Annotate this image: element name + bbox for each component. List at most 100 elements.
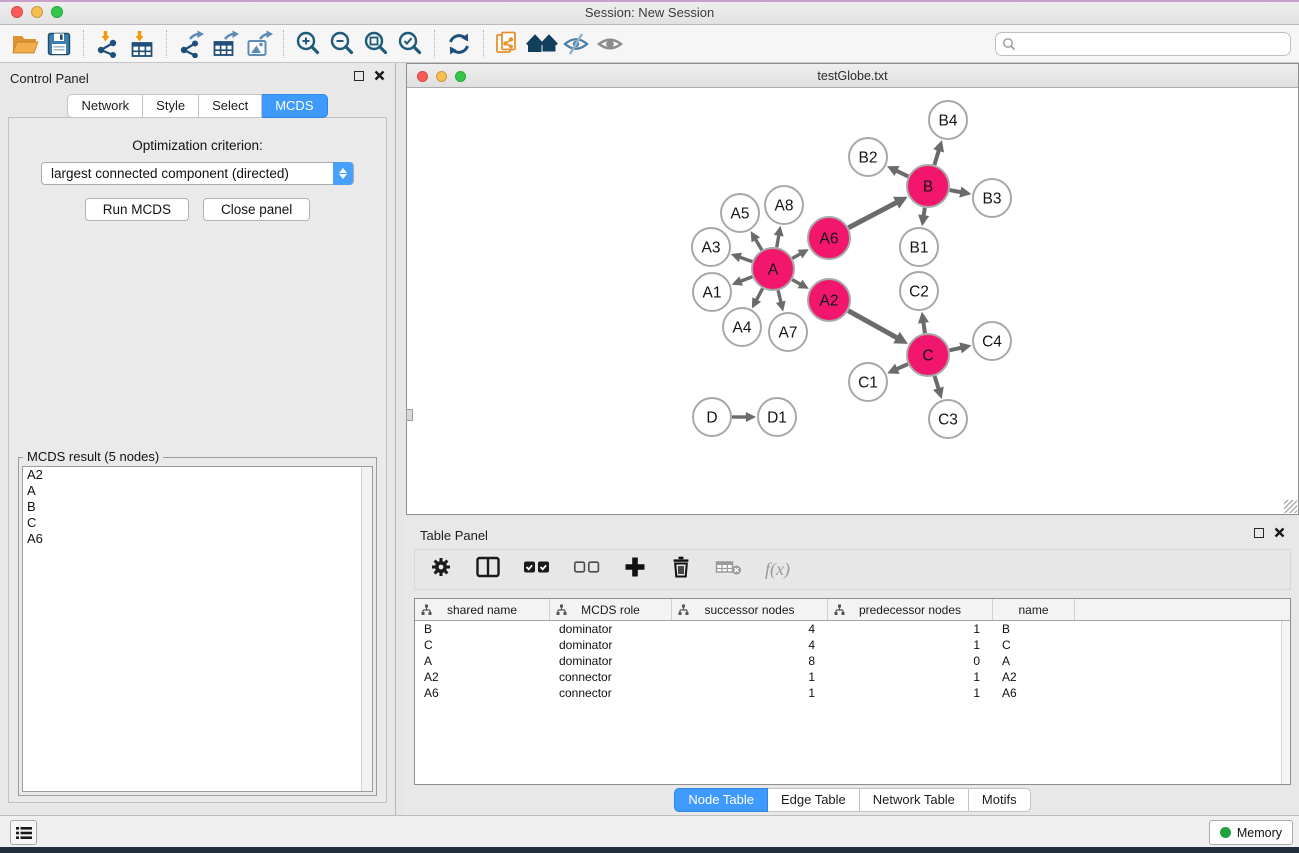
- graph-edge-A2-C[interactable]: [848, 311, 897, 338]
- result-list-item[interactable]: A2: [23, 467, 372, 483]
- home-networks-icon[interactable]: [525, 28, 559, 60]
- graph-node-A[interactable]: A: [752, 248, 794, 290]
- graph-edge-B-B1[interactable]: [924, 208, 925, 216]
- close-panel-icon[interactable]: [374, 70, 385, 81]
- network-window-titlebar[interactable]: testGlobe.txt: [407, 64, 1298, 88]
- graph-edge-A6-B[interactable]: [848, 202, 897, 227]
- graph-node-A7[interactable]: A7: [769, 313, 807, 351]
- column-header-shared-name[interactable]: shared name: [415, 599, 550, 620]
- zoom-selected-icon[interactable]: [393, 28, 427, 60]
- refresh-icon[interactable]: [442, 28, 476, 60]
- graph-edge-B-B3[interactable]: [950, 190, 962, 192]
- result-list-scrollbar[interactable]: [361, 467, 372, 791]
- column-header-name[interactable]: name: [993, 599, 1075, 620]
- column-header-MCDS-role[interactable]: MCDS role: [550, 599, 672, 620]
- graph-node-C3[interactable]: C3: [929, 400, 967, 438]
- network-canvas[interactable]: B4 B2 B B3 A5A8A6 B1 A3 A C2 A1 A2 A4A7 C4 C C1 D D1 C3: [407, 88, 1298, 514]
- graph-node-A6[interactable]: A6: [808, 217, 850, 259]
- gear-icon[interactable]: [429, 555, 453, 584]
- graph-node-A1[interactable]: A1: [693, 273, 731, 311]
- graph-node-D[interactable]: D: [693, 398, 731, 436]
- split-panel-icon[interactable]: [475, 555, 501, 584]
- graph-node-B3[interactable]: B3: [973, 179, 1011, 217]
- export-image-icon[interactable]: [242, 28, 276, 60]
- zoom-out-icon[interactable]: [325, 28, 359, 60]
- graph-node-B2[interactable]: B2: [849, 138, 887, 176]
- graph-edge-C-C2[interactable]: [923, 322, 925, 333]
- table-row[interactable]: Adominator80A: [415, 653, 1290, 669]
- export-table-icon[interactable]: [208, 28, 242, 60]
- graph-node-B[interactable]: B: [907, 165, 949, 207]
- graph-node-C4[interactable]: C4: [973, 322, 1011, 360]
- column-header-successor-nodes[interactable]: successor nodes: [672, 599, 828, 620]
- import-network-icon[interactable]: [91, 28, 125, 60]
- table-row[interactable]: A2connector11A2: [415, 669, 1290, 685]
- delete-column-icon[interactable]: [669, 555, 693, 584]
- graph-edge-A-A8[interactable]: [777, 235, 779, 248]
- graph-edge-A-A7[interactable]: [778, 290, 781, 302]
- graph-edge-A-A1[interactable]: [740, 277, 752, 282]
- add-column-icon[interactable]: [623, 555, 647, 584]
- window-resize-grip[interactable]: [1284, 500, 1297, 513]
- new-network-from-selection-icon[interactable]: [491, 28, 525, 60]
- import-table-icon[interactable]: [125, 28, 159, 60]
- graph-node-C1[interactable]: C1: [849, 363, 887, 401]
- graph-edge-B-B4[interactable]: [934, 150, 939, 165]
- graph-node-C[interactable]: C: [907, 334, 949, 376]
- hide-eye-icon[interactable]: [559, 28, 593, 60]
- graph-edge-C-C4[interactable]: [949, 348, 961, 351]
- graph-node-A2[interactable]: A2: [808, 279, 850, 321]
- float-panel-icon[interactable]: [354, 71, 364, 81]
- float-table-panel-icon[interactable]: [1254, 528, 1264, 538]
- zoom-in-icon[interactable]: [291, 28, 325, 60]
- column-header-predecessor-nodes[interactable]: predecessor nodes: [828, 599, 993, 620]
- result-list-item[interactable]: A: [23, 483, 372, 499]
- graph-node-C2[interactable]: C2: [900, 272, 938, 310]
- close-panel-button[interactable]: Close panel: [203, 198, 310, 221]
- select-all-icon[interactable]: [523, 557, 551, 582]
- result-list-item[interactable]: A6: [23, 531, 372, 547]
- tab-edge-table[interactable]: Edge Table: [768, 788, 860, 812]
- graph-edge-A-A4[interactable]: [756, 288, 762, 300]
- result-list-item[interactable]: C: [23, 515, 372, 531]
- graph-node-A4[interactable]: A4: [723, 308, 761, 346]
- show-eye-icon[interactable]: [593, 28, 627, 60]
- tab-style[interactable]: Style: [143, 94, 199, 118]
- export-network-icon[interactable]: [174, 28, 208, 60]
- graph-node-A3[interactable]: A3: [692, 228, 730, 266]
- graph-node-B1[interactable]: B1: [900, 228, 938, 266]
- result-list-item[interactable]: B: [23, 499, 372, 515]
- tab-network[interactable]: Network: [67, 94, 143, 118]
- table-row[interactable]: A6connector11A6: [415, 685, 1290, 701]
- tab-network-table[interactable]: Network Table: [860, 788, 969, 812]
- tab-node-table[interactable]: Node Table: [674, 788, 768, 812]
- graph-edge-A-A6[interactable]: [792, 254, 801, 259]
- search-input[interactable]: [995, 32, 1291, 56]
- open-file-icon[interactable]: [8, 28, 42, 60]
- table-scrollbar[interactable]: [1281, 621, 1290, 784]
- graph-edge-C-C3[interactable]: [935, 376, 939, 389]
- graph-node-A8[interactable]: A8: [765, 186, 803, 224]
- graph-edge-A-A5[interactable]: [755, 239, 762, 250]
- graph-edge-A-A2[interactable]: [792, 280, 801, 285]
- graph-edge-B-B2[interactable]: [896, 171, 908, 177]
- zoom-fit-icon[interactable]: [359, 28, 393, 60]
- memory-button[interactable]: Memory: [1209, 820, 1293, 845]
- table-row[interactable]: Bdominator41B: [415, 621, 1290, 637]
- graph-node-B4[interactable]: B4: [929, 101, 967, 139]
- graph-edge-C-C1[interactable]: [896, 364, 907, 369]
- window-edge-handle[interactable]: [406, 409, 413, 421]
- tab-mcds[interactable]: MCDS: [262, 94, 327, 118]
- graph-node-D1[interactable]: D1: [758, 398, 796, 436]
- table-row[interactable]: Cdominator41C: [415, 637, 1290, 653]
- graph-node-A5[interactable]: A5: [721, 194, 759, 232]
- run-mcds-button[interactable]: Run MCDS: [85, 198, 189, 221]
- graph-edge-A-A3[interactable]: [739, 257, 752, 262]
- tab-select[interactable]: Select: [199, 94, 262, 118]
- close-table-panel-icon[interactable]: [1274, 527, 1285, 538]
- task-history-button[interactable]: [10, 820, 37, 845]
- save-session-icon[interactable]: [42, 28, 76, 60]
- tab-motifs[interactable]: Motifs: [969, 788, 1031, 812]
- deselect-all-icon[interactable]: [573, 557, 601, 582]
- criterion-select[interactable]: largest connected component (directed): [41, 162, 354, 185]
